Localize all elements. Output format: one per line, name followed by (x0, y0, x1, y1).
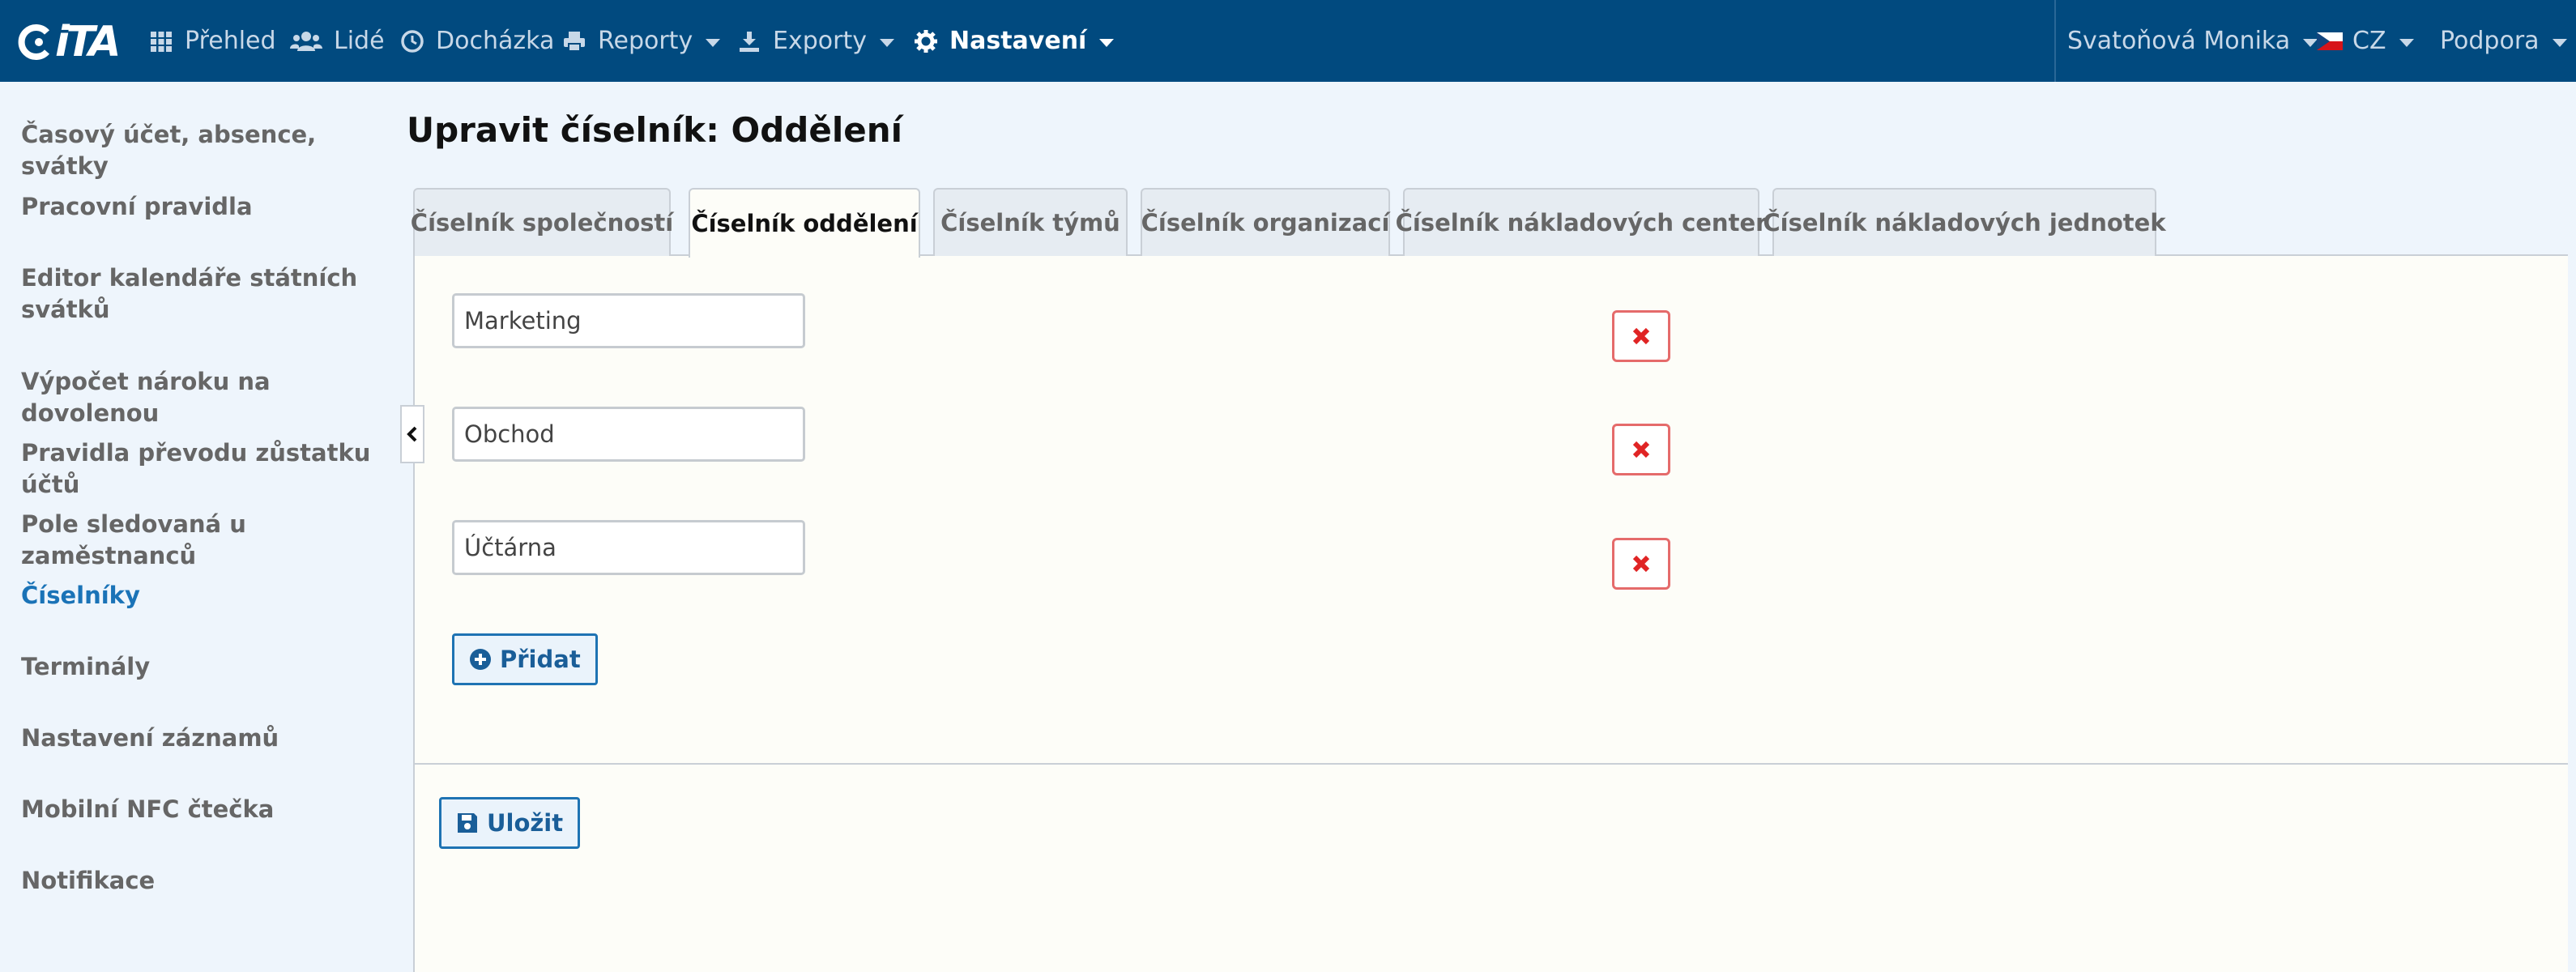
close-icon (1632, 555, 1650, 573)
delete-entry-button[interactable] (1612, 310, 1670, 362)
sidebar-item-pole-sledovana[interactable]: Pole sledovaná u zaměstnanců (21, 509, 394, 572)
nav-exporty[interactable]: Exporty (737, 0, 894, 82)
grid-icon (149, 29, 173, 53)
tab-ciselnik-tymu[interactable]: Číselník týmů (933, 188, 1128, 256)
department-name-input[interactable] (452, 407, 805, 462)
tab-ciselnik-nakladovych-jednotek[interactable]: Číselník nákladových jednotek (1763, 188, 2166, 256)
tab-ciselnik-spolecnosti[interactable]: Číselník společností (411, 188, 673, 256)
panel-divider (413, 763, 2568, 765)
sidebar-collapse-toggle[interactable] (400, 405, 424, 463)
nav-reporty-label: Reporty (598, 27, 693, 55)
sidebar-item-terminaly[interactable]: Terminály (21, 651, 394, 683)
chevron-down-icon (1099, 38, 1115, 47)
users-icon (290, 29, 322, 53)
save-label: Uložit (487, 809, 564, 837)
nav-nastaveni[interactable]: Nastavení (914, 0, 1115, 82)
save-icon (456, 812, 479, 834)
page-title: Upravit číselník: Oddělení (407, 110, 903, 150)
support-menu[interactable]: Podpora (2440, 0, 2567, 82)
nav-nastaveni-label: Nastavení (949, 27, 1087, 55)
save-button[interactable]: Uložit (439, 797, 581, 849)
sidebar-item-mobilni-nfc[interactable]: Mobilní NFC čtečka (21, 794, 394, 825)
logo-mark-icon (15, 23, 53, 62)
nav-dochazka[interactable]: Docházka (400, 0, 554, 82)
chevron-left-icon (407, 426, 417, 442)
nav-reporty[interactable]: Reporty (562, 0, 721, 82)
nav-lide-label: Lidé (334, 27, 385, 55)
nav-lide[interactable]: Lidé (290, 0, 385, 82)
delete-entry-button[interactable] (1612, 538, 1670, 590)
logo-text: iTA (55, 18, 121, 66)
sidebar-item-vypocet-naroku[interactable]: Výpočet nároku na dovolenou (21, 366, 394, 429)
department-name-input[interactable] (452, 293, 805, 348)
app-logo[interactable]: iTA (15, 21, 123, 63)
add-entry-label: Přidat (500, 646, 581, 673)
nav-divider (2054, 0, 2056, 82)
tab-ciselnik-oddeleni[interactable]: Číselník oddělení (689, 188, 920, 258)
export-icon (737, 29, 761, 53)
czech-flag-icon (2317, 29, 2343, 53)
sidebar-item-casovy-ucet[interactable]: Časový účet, absence, svátky (21, 119, 394, 182)
user-name: Svatoňová Monika (2067, 27, 2291, 55)
chevron-down-icon (2399, 38, 2414, 47)
chevron-down-icon (706, 38, 721, 47)
printer-icon (562, 29, 586, 53)
user-menu[interactable]: Svatoňová Monika (2067, 0, 2318, 82)
support-label: Podpora (2440, 27, 2540, 55)
chevron-down-icon (2552, 38, 2567, 47)
nav-prehled-label: Přehled (185, 27, 276, 55)
close-icon (1632, 441, 1650, 458)
chevron-down-icon (2303, 38, 2318, 47)
add-entry-button[interactable]: Přidat (452, 633, 598, 685)
delete-entry-button[interactable] (1612, 424, 1670, 475)
sidebar-item-ciselniky[interactable]: Číselníky (21, 580, 394, 612)
nav-dochazka-label: Docházka (436, 27, 555, 55)
tab-ciselnik-organizaci[interactable]: Číselník organizací (1141, 188, 1390, 256)
clock-icon (400, 29, 424, 53)
gear-icon (914, 29, 938, 53)
close-icon (1632, 327, 1650, 345)
sidebar-item-editor-kalendare[interactable]: Editor kalendáře státních svátků (21, 262, 361, 326)
language-menu[interactable]: CZ (2317, 0, 2414, 82)
plus-circle-icon (469, 648, 492, 671)
department-name-input[interactable] (452, 520, 805, 575)
nav-prehled[interactable]: Přehled (149, 0, 276, 82)
sidebar-item-nastaveni-zaznamu[interactable]: Nastavení záznamů (21, 723, 394, 754)
sidebar-item-notifikace[interactable]: Notifikace (21, 865, 394, 897)
language-label: CZ (2352, 27, 2386, 55)
sidebar-item-pravidla-prevodu[interactable]: Pravidla převodu zůstatku účtů (21, 437, 394, 501)
tab-ciselnik-nakladovych-center[interactable]: Číselník nákladových center (1396, 188, 1767, 256)
sidebar-item-pracovni-pravidla[interactable]: Pracovní pravidla (21, 191, 394, 223)
nav-exporty-label: Exporty (773, 27, 867, 55)
top-navbar: iTA Přehled Lidé Docházka Reporty Export… (0, 0, 2576, 82)
tab-panel (413, 254, 2568, 972)
chevron-down-icon (879, 38, 894, 47)
